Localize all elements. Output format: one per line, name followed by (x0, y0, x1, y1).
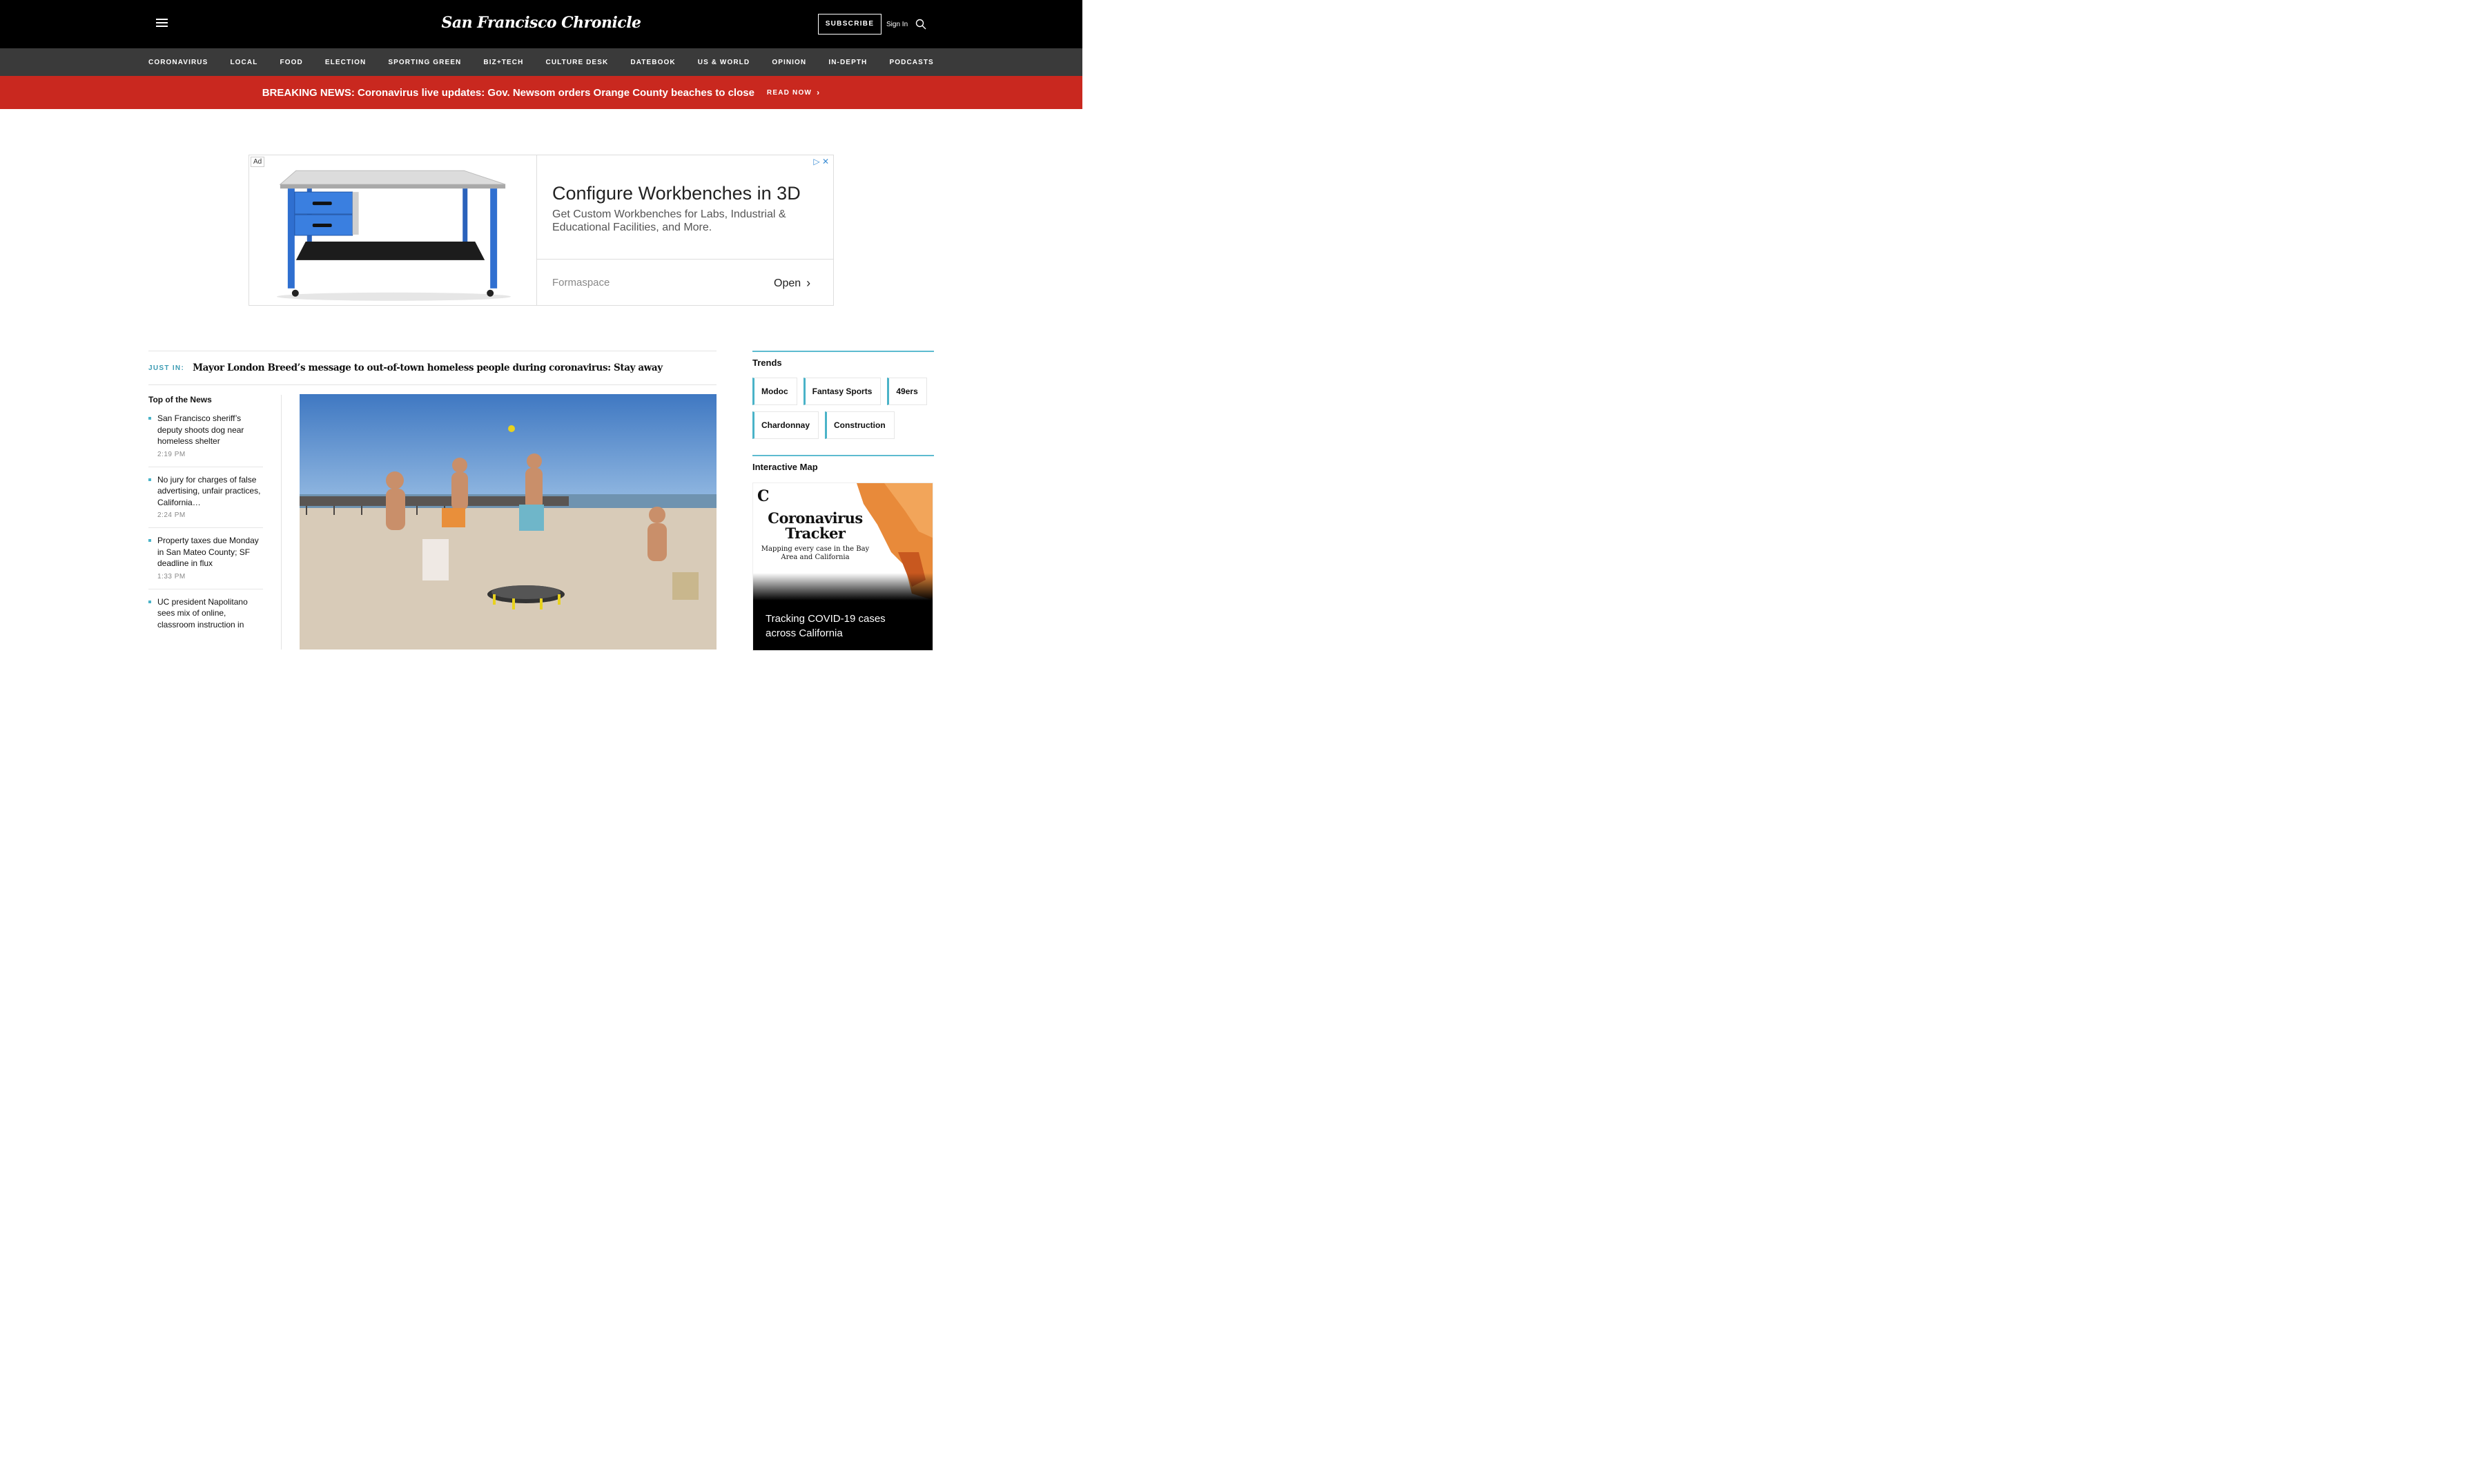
trend-chip-modoc[interactable]: Modoc (752, 378, 797, 405)
nav-item-podcasts[interactable]: PODCASTS (889, 59, 933, 66)
chevron-right-icon: › (806, 276, 811, 290)
tracker-caption: Tracking COVID-19 cases across Californi… (766, 613, 886, 639)
breaking-headline[interactable]: BREAKING NEWS: Coronavirus live updates:… (262, 87, 754, 99)
nav-item-culture-desk[interactable]: CULTURE DESK (546, 59, 609, 66)
news-time: 1:33 PM (157, 572, 186, 580)
subscribe-button[interactable]: SUBSCRIBE (818, 14, 882, 35)
advertisement[interactable]: Ad ▷ ✕ Configure Workbenches in 3D Get C… (249, 155, 834, 306)
news-title: Property taxes due Monday in San Mateo C… (157, 536, 259, 568)
just-in-label: JUST IN: (148, 364, 185, 372)
sign-in-link[interactable]: Sign In (886, 21, 908, 28)
lead-story-photo[interactable] (300, 394, 717, 650)
ad-choices-icon[interactable]: ▷ ✕ (813, 157, 829, 166)
nav-item-us-world[interactable]: US & WORLD (698, 59, 750, 66)
top-news-heading: Top of the News (148, 395, 212, 404)
nav-item-local[interactable]: LOCAL (230, 59, 257, 66)
list-item[interactable]: San Francisco sheriff’s deputy shoots do… (148, 413, 263, 467)
ad-open-label: Open (774, 277, 801, 289)
chevron-right-icon: › (817, 88, 821, 97)
nav-item-food[interactable]: FOOD (280, 59, 303, 66)
read-now-label: READ NOW (766, 88, 812, 97)
news-title: San Francisco sheriff’s deputy shoots do… (157, 413, 244, 446)
trends-module: Trends Modoc Fantasy Sports 49ers Chardo… (752, 351, 934, 445)
column-divider (281, 395, 282, 650)
trend-chip-49ers[interactable]: 49ers (887, 378, 927, 405)
trends-heading: Trends (752, 358, 782, 368)
news-time: 2:19 PM (157, 450, 186, 458)
news-title: UC president Napolitano sees mix of onli… (157, 596, 248, 629)
interactive-map-module: Interactive Map C Coronavirus Tracker Ma… (752, 455, 934, 651)
news-time: 2:24 PM (157, 511, 186, 519)
nav-item-biz-tech[interactable]: BIZ+TECH (483, 59, 523, 66)
ad-open-button[interactable]: Open › (774, 276, 810, 291)
read-now-link[interactable]: READ NOW › (767, 88, 820, 97)
tracker-title: Coronavirus Tracker (768, 509, 863, 542)
ad-brand: Formaspace (552, 277, 610, 289)
section-nav: CORONAVIRUS LOCAL FOOD ELECTION SPORTING… (0, 48, 1082, 76)
ad-description: Get Custom Workbenches for Labs, Industr… (552, 208, 786, 233)
list-item[interactable]: No jury for charges of false advertising… (148, 474, 263, 528)
chronicle-c-logo: C (757, 487, 770, 505)
top-header: San Francisco Chronicle SUBSCRIBE Sign I… (0, 0, 1082, 48)
list-item[interactable]: Property taxes due Monday in San Mateo C… (148, 535, 263, 589)
nav-item-sporting-green[interactable]: SPORTING GREEN (388, 59, 461, 66)
coronavirus-tracker-card[interactable]: C Coronavirus Tracker Mapping every case… (752, 482, 933, 651)
news-title: No jury for charges of false advertising… (157, 474, 261, 507)
list-item[interactable]: UC president Napolitano sees mix of onli… (148, 596, 263, 639)
ad-title[interactable]: Configure Workbenches in 3D (552, 183, 801, 204)
trend-chip-chardonnay[interactable]: Chardonnay (752, 411, 819, 439)
just-in-headline[interactable]: Mayor London Breed’s message to out-of-t… (193, 362, 663, 373)
ad-badge: Ad (251, 157, 265, 167)
trend-chip-fantasy-sports[interactable]: Fantasy Sports (803, 378, 882, 405)
nav-item-election[interactable]: ELECTION (325, 59, 366, 66)
interactive-map-heading: Interactive Map (752, 462, 818, 472)
trend-chip-construction[interactable]: Construction (825, 411, 895, 439)
ad-workbench-image[interactable] (249, 155, 537, 305)
top-news-list: Top of the News San Francisco sheriff’s … (148, 395, 263, 645)
just-in-bar: JUST IN: Mayor London Breed’s message to… (148, 351, 717, 385)
breaking-news-banner: BREAKING NEWS: Coronavirus live updates:… (0, 76, 1082, 109)
ad-divider (537, 259, 834, 260)
tracker-subtitle: Mapping every case in the Bay Area and C… (761, 545, 870, 561)
nav-item-in-depth[interactable]: IN-DEPTH (828, 59, 867, 66)
nav-item-datebook[interactable]: DATEBOOK (630, 59, 675, 66)
nav-item-coronavirus[interactable]: CORONAVIRUS (148, 59, 208, 66)
nav-item-opinion[interactable]: OPINION (772, 59, 806, 66)
search-icon[interactable] (915, 19, 926, 30)
